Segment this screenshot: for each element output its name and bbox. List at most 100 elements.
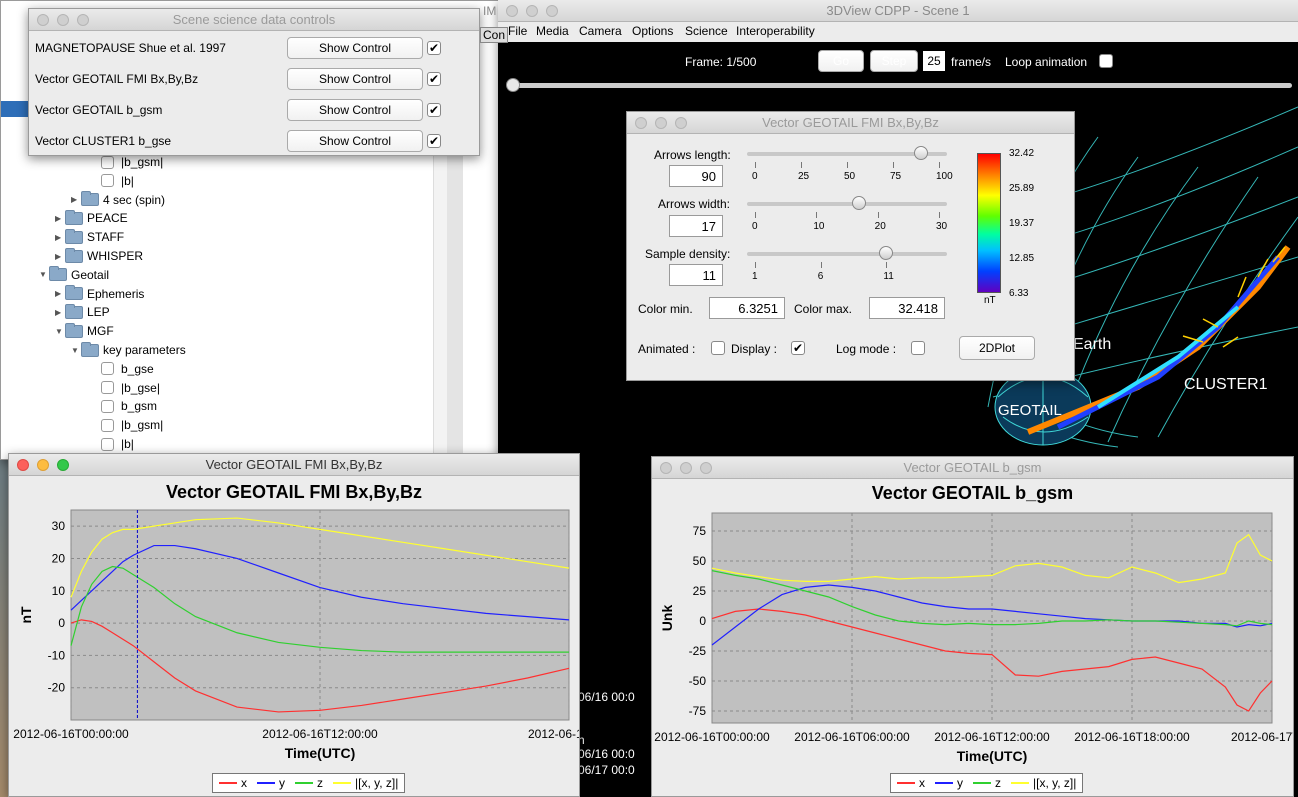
tree-item[interactable]: ▶ STAFF — [55, 228, 124, 246]
tree-item-label: |b_gsm| — [121, 418, 164, 433]
tree-item[interactable]: |b| — [101, 172, 134, 190]
vector-settings-window: Vector GEOTAIL FMI Bx,By,Bz Arrows lengt… — [626, 111, 1075, 381]
color-min-input[interactable]: 6.3251 — [709, 297, 785, 319]
expanded-arrow-icon[interactable]: ▼ — [55, 327, 65, 336]
log-mode-checkbox[interactable] — [911, 341, 925, 355]
zoom-icon[interactable] — [675, 117, 687, 129]
visibility-checkbox[interactable] — [427, 72, 441, 86]
tree-item[interactable]: ▶ PEACE — [55, 209, 128, 227]
colorbar-unit: nT — [984, 295, 996, 306]
close-icon[interactable] — [635, 117, 647, 129]
menu-interoperability[interactable]: Interoperability — [736, 24, 815, 38]
tree-checkbox[interactable] — [101, 381, 114, 395]
slider-track[interactable] — [747, 202, 947, 206]
menu-options[interactable]: Options — [632, 24, 673, 38]
tree-checkbox[interactable] — [101, 437, 114, 451]
slider-thumb[interactable] — [852, 196, 867, 210]
collapsed-arrow-icon[interactable]: ▶ — [71, 195, 81, 204]
tree-item[interactable]: |b_gse| — [101, 379, 160, 397]
show-control-button[interactable]: Show Control — [287, 130, 423, 152]
arrows-width-input[interactable]: 17 — [669, 215, 723, 237]
tree-item-label: WHISPER — [87, 249, 144, 263]
show-control-button[interactable]: Show Control — [287, 37, 423, 59]
minimize-icon[interactable] — [526, 5, 538, 17]
tree-item[interactable]: ▶ 4 sec (spin) — [71, 191, 165, 209]
sample-density-label: Sample density: — [645, 247, 731, 261]
tree-item[interactable]: b_gsm — [101, 397, 157, 415]
animation-toolbar: Frame: 1/500 Go Step 25 frame/s Loop ani… — [498, 42, 1298, 97]
tree-checkbox[interactable] — [101, 418, 114, 432]
collapsed-arrow-icon[interactable]: ▶ — [55, 233, 65, 242]
tree-item-label: b_gsm — [121, 399, 158, 414]
expanded-arrow-icon[interactable]: ▼ — [71, 346, 81, 355]
tree-item[interactable]: ▼ MGF — [55, 322, 114, 340]
slider-tick-label: 75 — [890, 171, 902, 182]
vector-settings-titlebar: Vector GEOTAIL FMI Bx,By,Bz — [627, 112, 1074, 134]
tree-item[interactable]: ▶ LEP — [55, 303, 110, 321]
tree-checkbox[interactable] — [101, 399, 114, 413]
slider-track[interactable] — [747, 252, 947, 256]
menu-science[interactable]: Science — [685, 24, 728, 38]
menu-file[interactable]: File — [508, 24, 527, 38]
tree-checkbox[interactable] — [101, 362, 114, 376]
close-icon[interactable] — [506, 5, 518, 17]
frame-slider-track[interactable] — [510, 83, 1292, 88]
color-max-input[interactable]: 32.418 — [869, 297, 945, 319]
go-button[interactable]: Go — [818, 50, 864, 72]
arrows-length-input[interactable]: 90 — [669, 165, 723, 187]
visibility-checkbox[interactable] — [427, 103, 441, 117]
visibility-checkbox[interactable] — [427, 134, 441, 148]
zoom-icon[interactable] — [546, 5, 558, 17]
2dplot-button[interactable]: 2DPlot — [959, 336, 1035, 360]
fps-input[interactable]: 25 — [923, 51, 945, 71]
x-tick-label: 2012-06-16T18:00:00 — [1074, 730, 1190, 744]
collapsed-arrow-icon[interactable]: ▶ — [55, 252, 65, 261]
folder-icon — [49, 266, 67, 282]
science-row-name: Vector GEOTAIL FMI Bx,By,Bz — [35, 72, 199, 86]
expanded-arrow-icon[interactable]: ▼ — [39, 270, 49, 279]
show-control-button[interactable]: Show Control — [287, 68, 423, 90]
minimize-icon[interactable] — [57, 14, 69, 26]
minimize-icon[interactable] — [655, 117, 667, 129]
collapsed-arrow-icon[interactable]: ▶ — [55, 308, 65, 317]
minimize-icon[interactable] — [680, 462, 692, 474]
menu-media[interactable]: Media — [536, 24, 569, 38]
menu-camera[interactable]: Camera — [579, 24, 622, 38]
display-checkbox[interactable] — [791, 341, 805, 355]
step-button[interactable]: Step — [870, 50, 918, 72]
tree-item[interactable]: |b| — [101, 435, 134, 453]
show-control-button[interactable]: Show Control — [287, 99, 423, 121]
collapsed-arrow-icon[interactable]: ▶ — [55, 214, 65, 223]
y-tick-label: -20 — [48, 681, 66, 695]
plot-fmi-chart[interactable]: 30 20 10 0 -10 -20 2012-06-16T00:00:00 2012-06-… — [9, 506, 580, 768]
tree-item[interactable]: |b_gsm| — [101, 416, 163, 434]
tree-item[interactable]: ▼ Geotail — [39, 266, 109, 284]
tree-item[interactable]: ▼ key parameters — [71, 341, 186, 359]
frame-slider-thumb[interactable] — [506, 78, 520, 92]
zoom-icon[interactable] — [77, 14, 89, 26]
plot-bgsm-chart[interactable]: 75 50 25 0 -25 -50 -75 2012-06-16T00:00:00 2012-… — [652, 507, 1294, 769]
slider-tick-label: 30 — [936, 221, 948, 232]
bg-time-1: 06/16 00:0 — [578, 690, 635, 704]
sample-density-input[interactable]: 11 — [669, 264, 723, 286]
close-icon[interactable] — [37, 14, 49, 26]
collapsed-arrow-icon[interactable]: ▶ — [55, 289, 65, 298]
loop-checkbox[interactable] — [1099, 54, 1113, 68]
minimize-icon[interactable] — [37, 459, 49, 471]
x-tick-label: 2012-06-17T00 — [1231, 730, 1294, 744]
tree-item[interactable]: b_gse — [101, 360, 154, 378]
animated-checkbox[interactable] — [711, 341, 725, 355]
tree-item[interactable]: ▶ WHISPER — [55, 247, 143, 265]
tree-item[interactable]: ▶ Ephemeris — [55, 285, 144, 303]
plot-bgsm-window-title: Vector GEOTAIL b_gsm — [903, 460, 1042, 475]
tree-checkbox[interactable] — [101, 155, 114, 169]
tree-checkbox[interactable] — [101, 174, 114, 188]
y-tick-label: 20 — [52, 551, 66, 565]
slider-thumb[interactable] — [913, 146, 928, 160]
zoom-icon[interactable] — [57, 459, 69, 471]
visibility-checkbox[interactable] — [427, 41, 441, 55]
zoom-icon[interactable] — [700, 462, 712, 474]
slider-thumb[interactable] — [879, 246, 894, 260]
close-icon[interactable] — [660, 462, 672, 474]
close-icon[interactable] — [17, 459, 29, 471]
